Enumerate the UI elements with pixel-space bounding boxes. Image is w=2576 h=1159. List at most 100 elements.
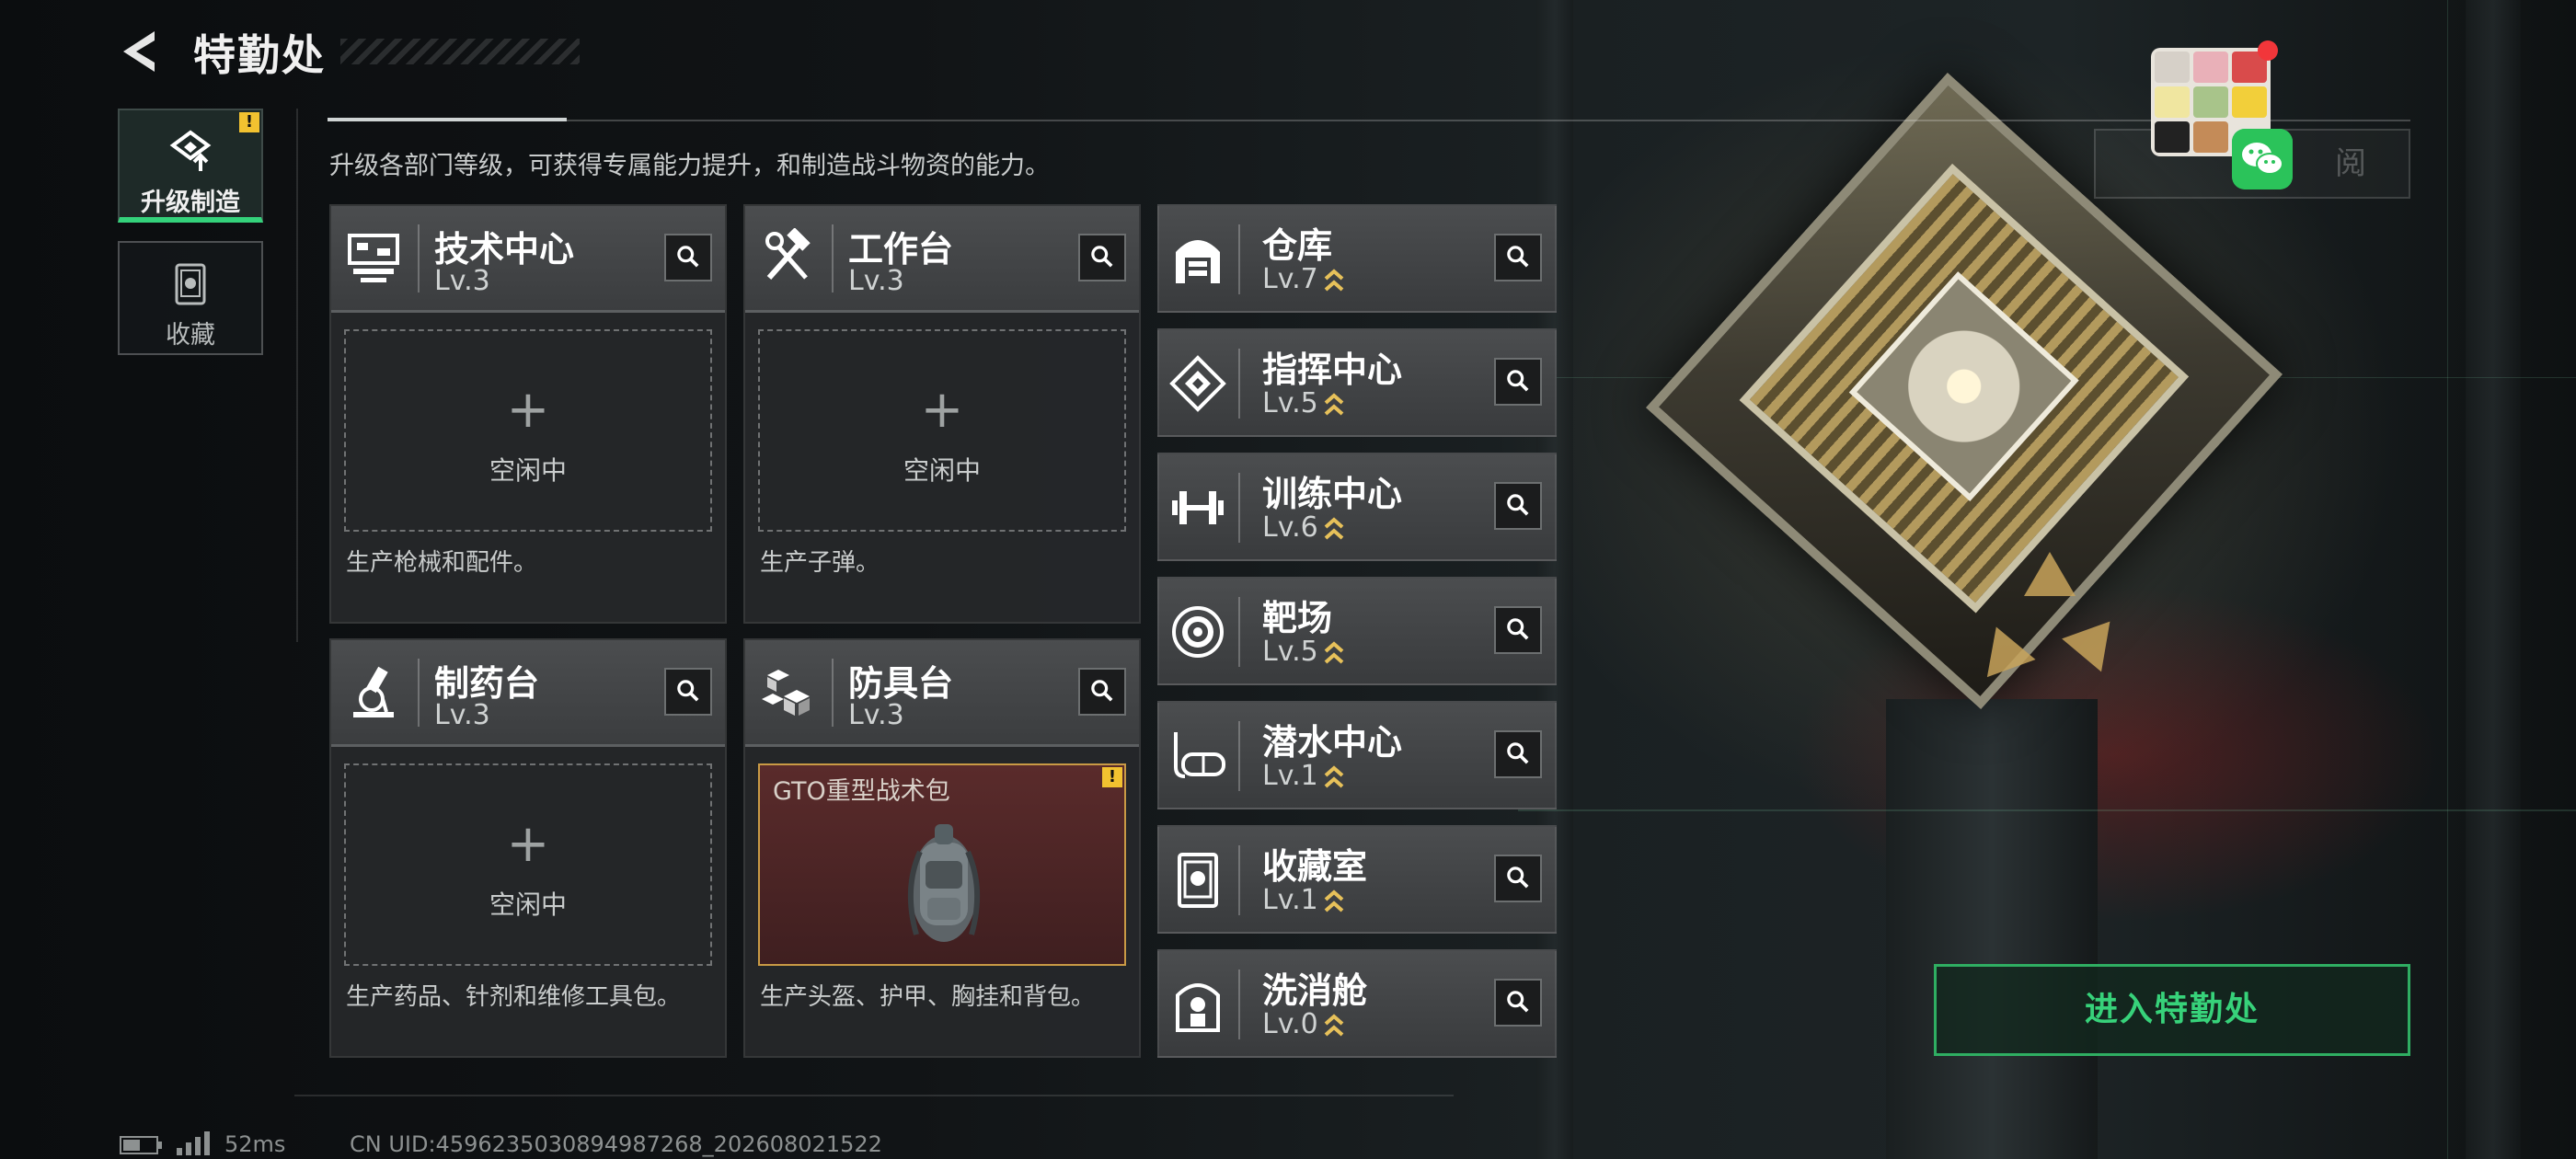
add-icon: + (506, 380, 550, 440)
add-icon: + (920, 380, 964, 440)
nav-item-collection[interactable]: 收藏 (118, 241, 263, 355)
facility-name: 收藏室 (1262, 846, 1368, 887)
workbench-description: 生产头盔、护甲、胸挂和背包。 (760, 983, 1096, 1011)
workbench-level: Lv.3 (848, 265, 904, 297)
facility-level: Lv.1 (1262, 760, 1344, 792)
header-divider (328, 120, 2410, 121)
frame-line (296, 109, 298, 642)
workbench-description: 生产子弹。 (760, 549, 880, 577)
production-slot-empty[interactable]: + 空闲中 (758, 329, 1126, 532)
enter-special-ops-button[interactable]: 进入特勤处 (1934, 964, 2410, 1056)
slot-status: 空闲中 (903, 455, 981, 486)
title-decoration (340, 39, 580, 64)
facility-level: Lv.5 (1262, 387, 1344, 419)
nav-label-upgrade: 升级制造 (141, 189, 240, 217)
search-icon[interactable] (1494, 855, 1542, 902)
tactical-backpack-icon (907, 824, 981, 942)
wechat-icon[interactable] (2232, 129, 2293, 189)
signal-icon (177, 1131, 210, 1155)
frame-line (294, 1095, 1454, 1096)
upgrade-icon (169, 130, 212, 171)
facility-level: Lv.5 (1262, 636, 1344, 668)
warning-badge: ! (1102, 767, 1122, 787)
production-slot-empty[interactable]: + 空闲中 (344, 763, 712, 966)
workbench-card-armor: 防具台 Lv.3 GTO重型战术包 ! 生产头盔、护甲、胸挂和背包。 (743, 638, 1141, 1058)
production-slot-empty[interactable]: + 空闲中 (344, 329, 712, 532)
search-icon[interactable] (1078, 668, 1126, 716)
facility-name: 靶场 (1262, 598, 1333, 638)
workbench-level: Lv.3 (848, 699, 904, 731)
user-uid: CN UID:4596235030894987268_202608021522 (350, 1131, 882, 1157)
facility-name: 训练中心 (1262, 474, 1403, 514)
notification-dot (2258, 40, 2278, 61)
workbench-card-tech-center: 技术中心 Lv.3 + 空闲中 生产枪械和配件。 (329, 204, 727, 624)
upgrade-available-icon (1324, 764, 1344, 787)
facility-row-shooting-range[interactable]: 靶场 Lv.5 (1157, 577, 1557, 685)
search-icon[interactable] (664, 234, 712, 281)
facility-name: 仓库 (1262, 225, 1333, 266)
search-icon[interactable] (1494, 482, 1542, 530)
facility-name: 洗消舱 (1262, 970, 1368, 1011)
search-icon[interactable] (664, 668, 712, 716)
collection-icon (175, 263, 206, 305)
workbench-card-workbench: 工作台 Lv.3 + 空闲中 生产子弹。 (743, 204, 1141, 624)
decontamination-icon (1176, 983, 1220, 1032)
slot-status: 空闲中 (489, 455, 567, 486)
workbench-description: 生产药品、针剂和维修工具包。 (346, 983, 682, 1011)
facility-level: Lv.0 (1262, 1008, 1344, 1040)
item-name: GTO重型战术包 (773, 777, 950, 806)
card-header: 技术中心 Lv.3 (331, 206, 725, 313)
page-subtitle: 升级各部门等级，可获得专属能力提升，和制造战斗物资的能力。 (329, 152, 1050, 180)
search-icon[interactable] (1494, 979, 1542, 1027)
workbench-name: 工作台 (848, 229, 954, 270)
facility-row-command-center[interactable]: 指挥中心 Lv.5 (1157, 328, 1557, 437)
armor-blocks-icon (762, 670, 810, 716)
facility-level: Lv.6 (1262, 511, 1344, 544)
workbench-level: Lv.3 (434, 265, 490, 297)
card-header: 工作台 Lv.3 (745, 206, 1139, 313)
facility-row-decontamination[interactable]: 洗消舱 Lv.0 (1157, 949, 1557, 1058)
diving-mask-icon (1174, 732, 1225, 778)
workbench-tools-icon (765, 228, 811, 280)
target-icon (1172, 606, 1224, 658)
facility-level: Lv.7 (1262, 263, 1344, 295)
workbench-name: 技术中心 (434, 229, 575, 270)
microscope-icon (353, 666, 394, 717)
card-header: 防具台 Lv.3 (745, 640, 1139, 747)
dumbbell-icon (1172, 491, 1224, 524)
search-icon[interactable] (1078, 234, 1126, 281)
facility-row-collection-room[interactable]: 收藏室 Lv.1 (1157, 825, 1557, 934)
search-icon[interactable] (1494, 358, 1542, 406)
workbench-level: Lv.3 (434, 699, 490, 731)
slot-status: 空闲中 (489, 889, 567, 920)
facility-name: 潜水中心 (1262, 722, 1403, 763)
nav-label-collection: 收藏 (166, 321, 215, 350)
nav-item-upgrade[interactable]: 升级制造 ! (118, 109, 263, 223)
facility-row-training-center[interactable]: 训练中心 Lv.6 (1157, 453, 1557, 561)
upgrade-available-icon (1324, 268, 1344, 291)
header-divider-accent (328, 118, 567, 121)
facility-row-warehouse[interactable]: 仓库 Lv.7 (1157, 204, 1557, 313)
search-icon[interactable] (1494, 730, 1542, 778)
workbench-card-pharmacy: 制药台 Lv.3 + 空闲中 生产药品、针剂和维修工具包。 (329, 638, 727, 1058)
facility-row-diving-center[interactable]: 潜水中心 Lv.1 (1157, 701, 1557, 809)
workbench-name: 防具台 (848, 663, 954, 704)
battery-icon (120, 1136, 162, 1154)
upgrade-available-icon (1324, 516, 1344, 539)
collection-room-icon (1178, 853, 1218, 908)
command-center-icon (1169, 355, 1226, 412)
back-arrow-icon[interactable] (118, 28, 166, 75)
search-icon[interactable] (1494, 606, 1542, 654)
workbench-description: 生产枪械和配件。 (346, 549, 538, 577)
search-icon[interactable] (1494, 234, 1542, 281)
production-slot-item[interactable]: GTO重型战术包 ! (758, 763, 1126, 966)
tech-center-icon (348, 234, 399, 282)
upgrade-available-icon (1324, 640, 1344, 663)
card-header: 制药台 Lv.3 (331, 640, 725, 747)
warehouse-icon (1176, 240, 1220, 283)
facility-name: 指挥中心 (1262, 350, 1403, 390)
workbench-name: 制药台 (434, 663, 540, 704)
page-title: 特勤处 (193, 30, 326, 80)
ping-readout: 52ms (224, 1131, 286, 1157)
warning-badge: ! (239, 112, 259, 132)
